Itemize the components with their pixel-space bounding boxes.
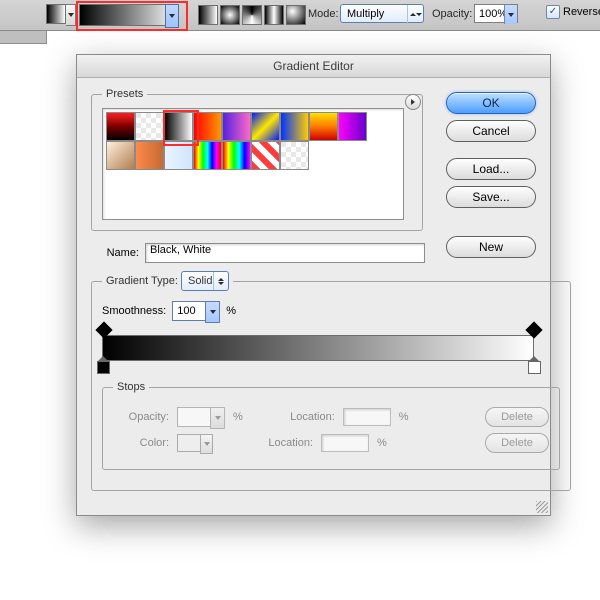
gradient-type-diamond[interactable]	[286, 5, 306, 25]
percent-label: %	[233, 411, 243, 423]
save-button[interactable]: Save...	[446, 186, 536, 208]
preset-swatch[interactable]	[309, 112, 338, 141]
preset-swatch[interactable]	[193, 112, 222, 141]
opacity-value: 100%	[479, 8, 507, 20]
stop-location-label: Location:	[255, 437, 313, 449]
preset-swatch[interactable]	[164, 141, 193, 170]
preset-swatch[interactable]	[222, 112, 251, 141]
gradient-type-reflected[interactable]	[264, 5, 284, 25]
preset-swatch[interactable]	[222, 141, 251, 170]
mode-value: Multiply	[347, 8, 384, 20]
percent-label: %	[226, 305, 236, 317]
preset-swatch[interactable]	[106, 112, 135, 141]
gradient-bar[interactable]	[102, 335, 534, 361]
presets-legend: Presets	[102, 88, 147, 100]
resize-handle-icon[interactable]	[536, 501, 548, 513]
opacity-stop-right[interactable]	[528, 324, 538, 334]
preset-swatch[interactable]	[106, 141, 135, 170]
preset-swatch[interactable]	[164, 112, 193, 141]
preset-swatch[interactable]	[135, 141, 164, 170]
smoothness-label: Smoothness:	[102, 305, 166, 317]
reverse-label: Reverse	[563, 6, 600, 18]
stops-fieldset: Stops Opacity: % Location: % Delete Colo…	[102, 381, 560, 470]
check-icon: ✓	[546, 5, 560, 19]
stop-color-label: Color:	[113, 437, 169, 449]
percent-label: %	[377, 437, 387, 449]
color-stop-right[interactable]	[528, 361, 539, 373]
gradient-editor-dialog: Gradient Editor OK Cancel Load... Save..…	[76, 54, 551, 516]
presets-flyout-button[interactable]	[405, 94, 421, 110]
preset-swatch[interactable]	[280, 141, 309, 170]
gradient-type-linear[interactable]	[198, 5, 218, 25]
delete-opacity-stop-button[interactable]: Delete	[485, 407, 549, 427]
preset-swatch[interactable]	[280, 112, 309, 141]
color-stop-left[interactable]	[97, 361, 108, 373]
load-button[interactable]: Load...	[446, 158, 536, 180]
ok-button[interactable]: OK	[446, 92, 536, 114]
dialog-title: Gradient Editor	[77, 55, 550, 78]
new-button[interactable]: New	[446, 236, 536, 258]
opacity-stop-left[interactable]	[98, 324, 108, 334]
stops-legend: Stops	[113, 381, 149, 393]
preset-swatch[interactable]	[193, 141, 222, 170]
tool-preset-thumb[interactable]	[46, 4, 66, 24]
stop-color-well[interactable]	[177, 434, 213, 452]
reverse-checkbox[interactable]: ✓ Reverse	[546, 5, 600, 19]
preset-swatch[interactable]	[135, 112, 164, 141]
gradient-picker-dropdown[interactable]	[165, 4, 179, 28]
gradient-type-value: Solid	[188, 275, 212, 287]
mode-label: Mode:	[308, 8, 339, 20]
gradient-type-dropdown[interactable]: Solid	[181, 271, 229, 291]
mode-dropdown[interactable]: Multiply	[340, 4, 424, 23]
stop-opacity-location-input[interactable]	[343, 408, 391, 426]
tool-preset-dropdown[interactable]	[66, 4, 76, 26]
gradient-type-radial[interactable]	[220, 5, 240, 25]
preset-swatch[interactable]	[251, 112, 280, 141]
gradient-type-label: Gradient Type:	[106, 275, 178, 287]
tool-strip	[0, 31, 47, 44]
name-label: Name:	[91, 247, 139, 259]
name-value: Black, White	[150, 244, 211, 256]
stop-opacity-input[interactable]	[177, 407, 225, 427]
preset-swatch[interactable]	[338, 112, 367, 141]
name-input[interactable]: Black, White	[145, 243, 425, 263]
preset-swatch[interactable]	[251, 141, 280, 170]
cancel-button[interactable]: Cancel	[446, 120, 536, 142]
stop-location-label: Location:	[277, 411, 335, 423]
presets-fieldset: Presets	[91, 88, 423, 231]
delete-color-stop-button[interactable]: Delete	[485, 433, 549, 453]
smoothness-input[interactable]: 100	[172, 301, 220, 321]
presets-list[interactable]	[102, 108, 404, 220]
stop-color-location-input[interactable]	[321, 434, 369, 452]
opacity-label: Opacity:	[432, 8, 472, 20]
percent-label: %	[399, 411, 409, 423]
dialog-button-column: OK Cancel Load... Save...	[446, 92, 536, 208]
options-bar: Mode: Multiply Opacity: 100% ✓ Reverse	[0, 0, 600, 31]
gradient-picker[interactable]	[79, 4, 179, 26]
gradient-type-fieldset: Gradient Type: Solid Smoothness: 100 %	[91, 271, 571, 491]
opacity-input[interactable]: 100%	[474, 4, 518, 23]
gradient-type-angle[interactable]	[242, 5, 262, 25]
stop-opacity-label: Opacity:	[113, 411, 169, 423]
smoothness-value: 100	[177, 305, 195, 317]
gradient-type-group	[198, 5, 306, 25]
